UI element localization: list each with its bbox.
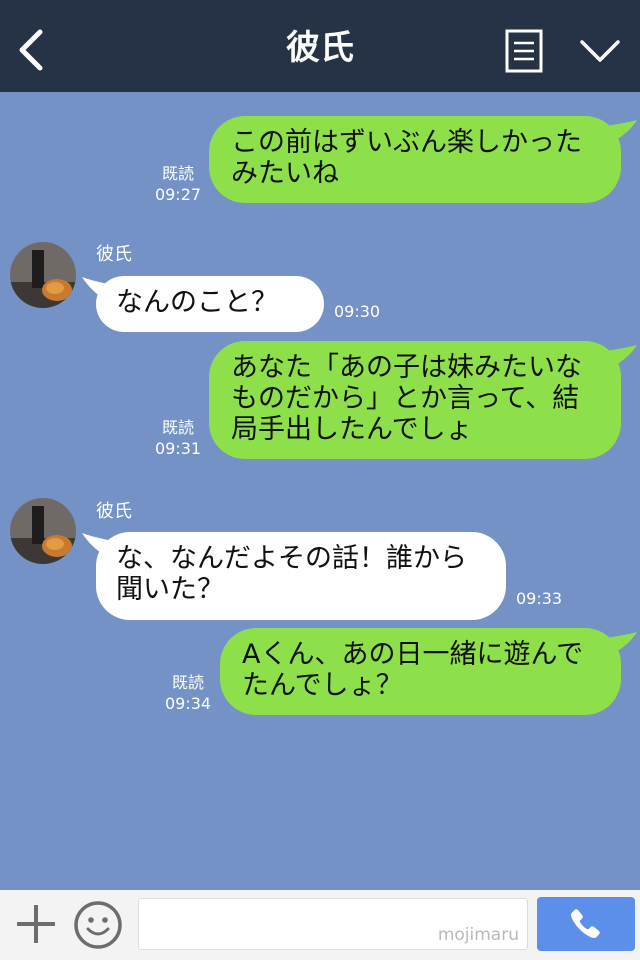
bubble-tail bbox=[606, 632, 637, 654]
message-input[interactable]: mojimaru bbox=[138, 898, 528, 950]
read-status: 既読 09:31 bbox=[152, 417, 204, 459]
chevron-down-icon bbox=[580, 40, 620, 62]
call-button[interactable] bbox=[537, 897, 635, 951]
phone-icon bbox=[570, 909, 600, 939]
chat-area[interactable]: 既読 09:27 この前はずいぶん楽しかったみたいね 彼氏 なんのこと？ 09:… bbox=[0, 92, 640, 890]
menu-list-icon bbox=[505, 29, 543, 73]
message-time: 09:27 bbox=[154, 185, 202, 204]
bubble-tail bbox=[606, 120, 637, 142]
collapse-button[interactable] bbox=[576, 30, 624, 70]
sender-name: 彼氏 bbox=[96, 501, 132, 522]
read-label: 既読 bbox=[161, 164, 194, 183]
message-bubble[interactable]: Aくん、あの日一緒に遊んでたんでしょ？ bbox=[220, 628, 621, 715]
bubble-tail bbox=[606, 345, 637, 367]
read-status: 既読 09:27 bbox=[152, 163, 204, 205]
watermark: mojimaru bbox=[437, 925, 519, 945]
message-time: 09:34 bbox=[164, 694, 212, 713]
message-time: 09:33 bbox=[516, 589, 563, 608]
message-time: 09:30 bbox=[334, 302, 381, 321]
sender-name: 彼氏 bbox=[96, 244, 132, 265]
read-label: 既読 bbox=[171, 673, 204, 692]
chat-header: 彼氏 bbox=[0, 0, 640, 92]
message-bubble[interactable]: なんのこと？ bbox=[96, 276, 324, 332]
read-label: 既読 bbox=[161, 418, 194, 437]
message-bubble[interactable]: この前はずいぶん楽しかったみたいね bbox=[209, 116, 621, 203]
plus-icon bbox=[17, 905, 55, 943]
menu-button[interactable] bbox=[504, 28, 544, 74]
read-status: 既読 09:34 bbox=[162, 672, 214, 714]
smiley-icon bbox=[74, 901, 122, 949]
message-time: 09:31 bbox=[154, 439, 202, 458]
add-button[interactable] bbox=[14, 902, 58, 946]
avatar-photo-icon bbox=[10, 242, 76, 308]
avatar-photo-icon bbox=[10, 498, 76, 564]
message-bubble[interactable]: な、なんだよその話！誰から聞いた？ bbox=[96, 532, 506, 620]
avatar[interactable] bbox=[10, 242, 76, 308]
emoji-button[interactable] bbox=[72, 899, 124, 951]
avatar[interactable] bbox=[10, 498, 76, 564]
message-bubble[interactable]: あなた「あの子は妹みたいなものだから」とか言って、結局手出したんでしょ bbox=[209, 341, 621, 459]
chat-title: 彼氏 bbox=[286, 28, 354, 68]
